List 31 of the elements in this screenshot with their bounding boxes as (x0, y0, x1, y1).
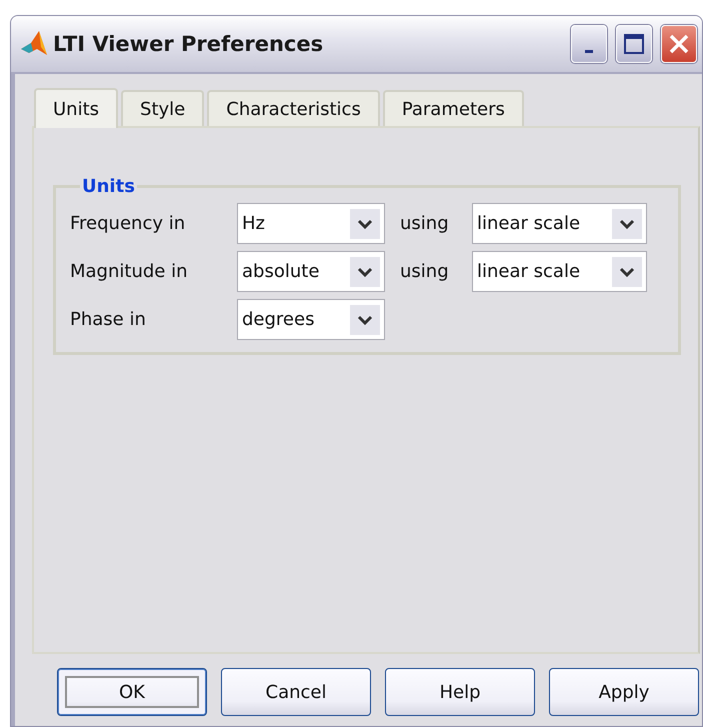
dropdown[interactable]: degrees (237, 299, 385, 340)
group-title: Units (81, 176, 136, 197)
field-label: using (399, 213, 450, 234)
field-label: Magnitude in (70, 261, 188, 282)
dropdown[interactable]: Hz (237, 203, 385, 244)
field-label: Phase in (70, 309, 147, 330)
tab[interactable]: Style (121, 90, 204, 126)
caret-icon (612, 208, 642, 238)
dropdown[interactable]: linear scale (472, 203, 647, 244)
maximize-button[interactable] (616, 25, 652, 63)
close-button[interactable] (661, 25, 697, 63)
field-label: using (399, 261, 450, 282)
dialog-button[interactable]: Apply (549, 668, 699, 716)
tab[interactable]: Units (34, 88, 118, 128)
window-title: LTI Viewer Preferences (53, 32, 324, 56)
caret-icon (350, 208, 380, 238)
dropdown[interactable]: linear scale (472, 251, 647, 292)
close-icon (667, 32, 691, 56)
minimize-button[interactable] (571, 25, 607, 63)
maximize-icon (623, 33, 645, 55)
caret-icon (350, 256, 380, 286)
tab[interactable]: Parameters (382, 90, 524, 126)
minimize-icon (585, 50, 593, 52)
caret-icon (612, 256, 642, 286)
dialog-button[interactable]: Help (385, 668, 535, 716)
field-label: Frequency in (70, 213, 186, 234)
dialog-button[interactable]: OK (57, 668, 207, 716)
tab[interactable]: Characteristics (207, 90, 380, 126)
dropdown[interactable]: absolute (237, 251, 385, 292)
dialog-button[interactable]: Cancel (221, 668, 371, 716)
caret-icon (350, 304, 380, 334)
